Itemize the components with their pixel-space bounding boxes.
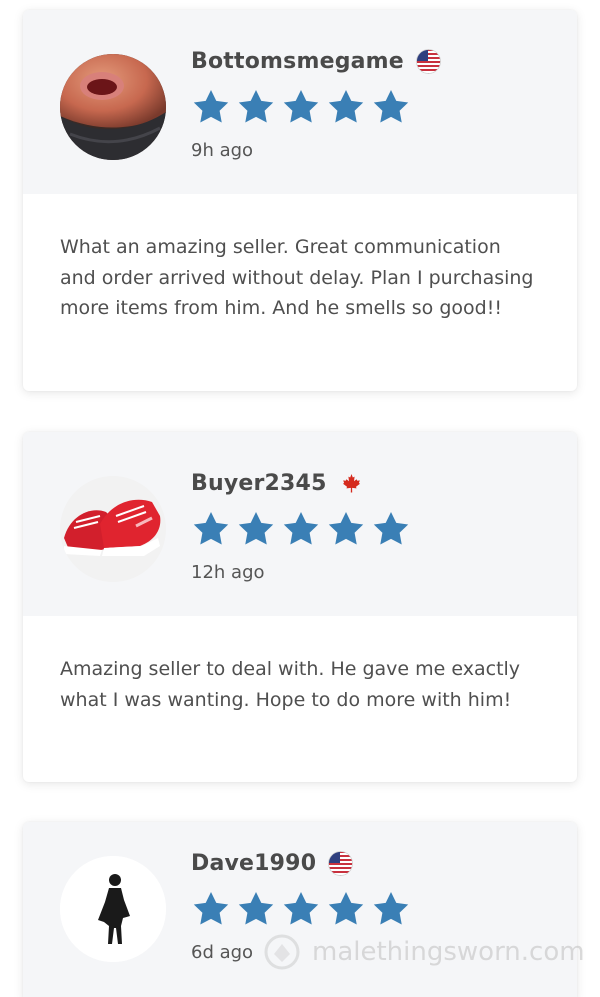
canada-flag-icon (339, 471, 364, 496)
review-text: Amazing seller to deal with. He gave me … (60, 658, 521, 711)
star-icon (328, 511, 364, 545)
review-header: Buyer2345 12h ago (23, 432, 577, 616)
review-time: 6d ago (191, 942, 254, 963)
star-rating (191, 890, 411, 928)
star-icon (283, 891, 319, 925)
star-icon (373, 89, 409, 123)
username-row: Dave1990 (191, 849, 354, 877)
star-icon (238, 511, 274, 545)
star-icon (283, 89, 319, 123)
review-time: 12h ago (191, 562, 265, 583)
username[interactable]: Buyer2345 (191, 471, 327, 496)
review-header: Bottomsmegame 9h ago (23, 10, 577, 194)
avatar[interactable] (60, 54, 166, 160)
star-rating (191, 510, 411, 548)
watermark-logo-icon (264, 934, 300, 970)
star-icon (328, 89, 364, 123)
avatar[interactable] (60, 476, 166, 582)
star-icon (193, 89, 229, 123)
star-rating (191, 88, 411, 126)
star-icon (283, 511, 319, 545)
star-icon (328, 891, 364, 925)
watermark: malethingsworn.com (262, 932, 585, 972)
star-icon (193, 511, 229, 545)
username[interactable]: Dave1990 (191, 851, 316, 876)
female-silhouette-icon[interactable] (60, 856, 166, 962)
star-icon (238, 89, 274, 123)
review-card: Buyer2345 12h ago Amazing seller to deal… (23, 432, 577, 782)
star-icon (373, 511, 409, 545)
watermark-text: malethingsworn.com (312, 937, 585, 967)
review-time: 9h ago (191, 140, 254, 161)
username-row: Bottomsmegame (191, 47, 441, 75)
us-flag-icon (328, 850, 354, 876)
review-text: What an amazing seller. Great communicat… (60, 236, 534, 319)
username-row: Buyer2345 (191, 469, 364, 497)
star-icon (373, 891, 409, 925)
us-flag-icon (416, 48, 441, 74)
reviews-page: Bottomsmegame 9h ago What an amazing sel… (0, 0, 600, 997)
star-icon (238, 891, 274, 925)
review-card: Bottomsmegame 9h ago What an amazing sel… (23, 10, 577, 391)
username[interactable]: Bottomsmegame (191, 49, 404, 74)
star-icon (193, 891, 229, 925)
